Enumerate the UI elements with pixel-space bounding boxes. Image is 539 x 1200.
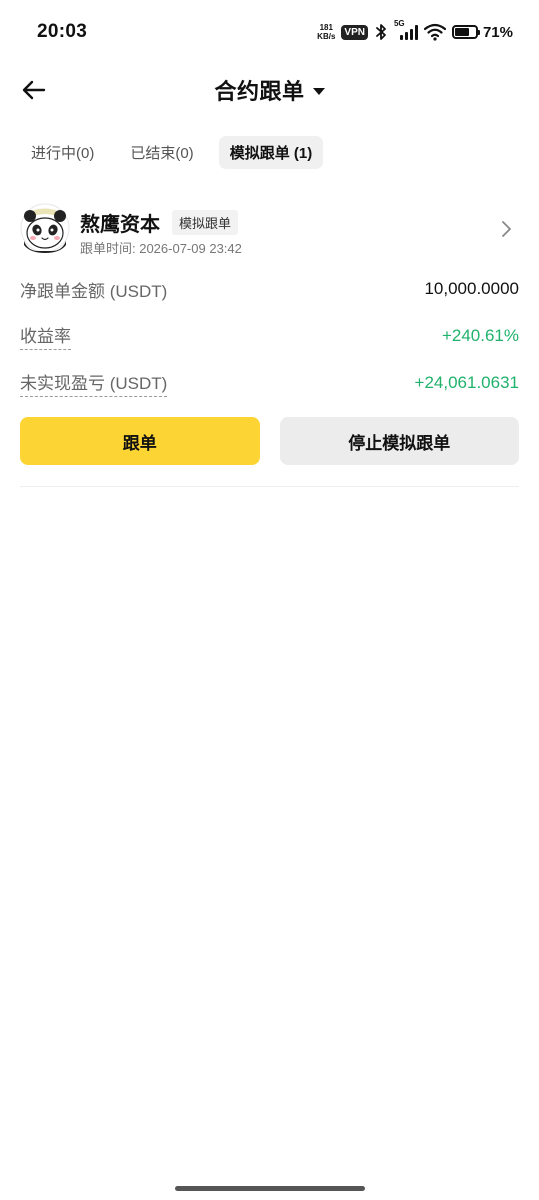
simulated-badge: 模拟跟单 (172, 210, 239, 235)
network-speed-value: 181 (319, 23, 333, 32)
status-icons: 181 KB/s VPN 5G 71% (317, 19, 513, 41)
battery-level-fill (454, 28, 470, 36)
yield-label[interactable]: 收益率 (20, 322, 71, 350)
yield-row: 收益率 +240.61% (20, 322, 519, 350)
net-amount-row: 净跟单金额 (USDT) 10,000.0000 (20, 275, 519, 303)
network-speed-unit: KB/s (317, 32, 336, 41)
page: 20:03 181 KB/s VPN 5G 71% 合约跟单 进行中(0) 已结… (0, 0, 539, 1200)
caret-down-icon (312, 87, 325, 95)
title-dropdown[interactable]: 合约跟单 (0, 74, 539, 106)
battery-percent: 71% (482, 23, 513, 41)
status-bar: 20:03 181 KB/s VPN 5G 71% (0, 0, 539, 64)
tab-simulated[interactable]: 模拟跟单 (1) (218, 136, 324, 169)
unrealized-pnl-value: +24,061.0631 (414, 373, 519, 392)
page-title: 合约跟单 (214, 79, 305, 104)
net-amount-value: 10,000.0000 (424, 279, 519, 298)
trader-card[interactable]: 熬鹰资本 模拟跟单 跟单时间: 2026-07-09 23:42 (20, 203, 519, 259)
bluetooth-icon (376, 24, 386, 40)
home-indicator[interactable] (175, 1186, 365, 1191)
panda-avatar-icon (20, 203, 70, 253)
vpn-badge: VPN (341, 24, 368, 40)
unrealized-pnl-row: 未实现盈亏 (USDT) +24,061.0631 (20, 369, 519, 397)
net-amount-label: 净跟单金额 (USDT) (20, 281, 168, 301)
action-buttons: 跟单 停止模拟跟单 (20, 417, 519, 465)
chevron-right-icon[interactable] (499, 219, 513, 239)
battery-icon (451, 25, 480, 39)
tab-bar: 进行中(0) 已结束(0) 模拟跟单 (1) (20, 136, 324, 169)
tab-in-progress[interactable]: 进行中(0) (20, 136, 105, 169)
cellular-signal-icon: 5G (394, 19, 418, 41)
battery-indicator: 71% (451, 23, 513, 41)
tab-ended[interactable]: 已结束(0) (119, 136, 204, 169)
trader-name: 熬鹰资本 (80, 214, 160, 236)
wifi-icon (423, 23, 446, 41)
network-speed: 181 KB/s (317, 23, 335, 41)
status-time: 20:03 (37, 21, 88, 42)
follow-button[interactable]: 跟单 (20, 417, 260, 465)
unrealized-pnl-label[interactable]: 未实现盈亏 (USDT) (20, 369, 168, 397)
divider (20, 486, 519, 487)
follow-time: 跟单时间: 2026-07-09 23:42 (80, 241, 242, 256)
header: 合约跟单 (0, 66, 539, 114)
stop-simulation-button[interactable]: 停止模拟跟单 (279, 417, 519, 465)
yield-value: +240.61% (441, 326, 519, 345)
